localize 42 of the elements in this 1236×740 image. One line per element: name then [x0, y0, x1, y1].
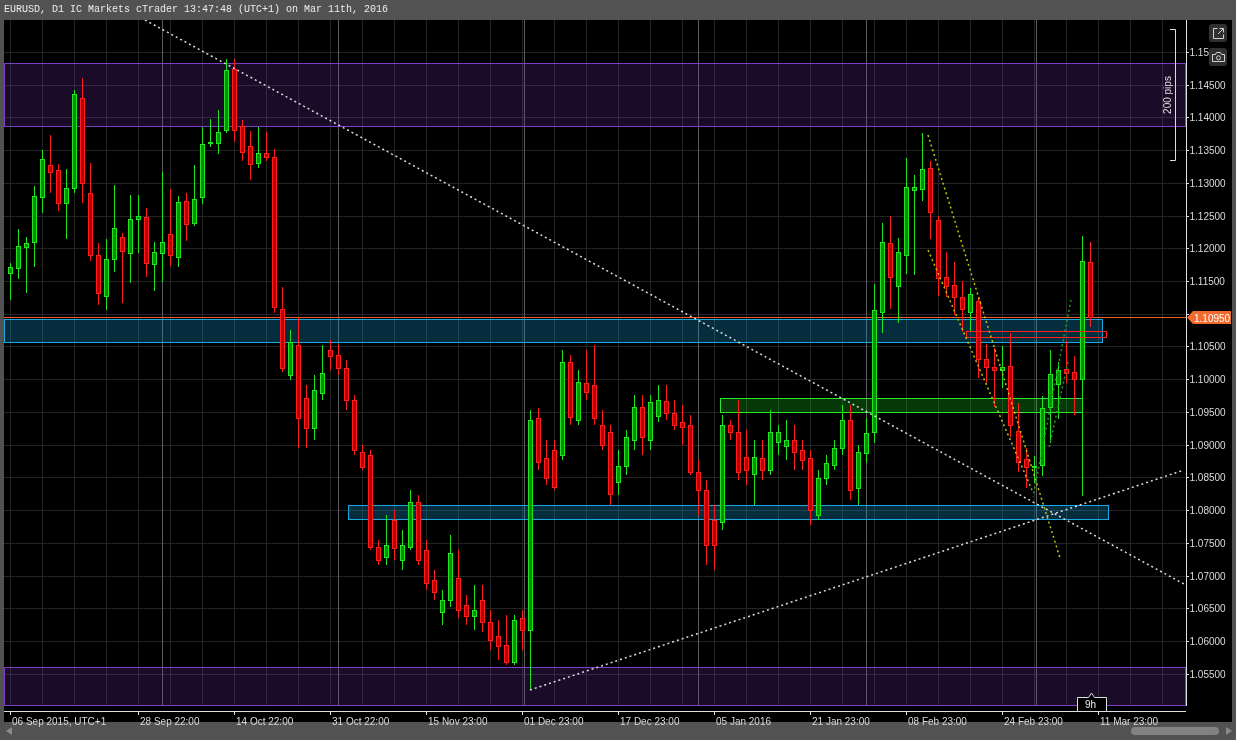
current-price-tag: 1.10950: [1187, 311, 1231, 324]
price-label: 1.11500: [1189, 276, 1225, 287]
price-label: 1.05500: [1189, 669, 1226, 680]
price-label: 1.15: [1189, 47, 1209, 58]
price-label: 1.14000: [1189, 112, 1226, 123]
price-label: 1.12000: [1189, 243, 1226, 254]
date-label: 05 Jan 2016: [716, 715, 772, 727]
price-label: 1.07500: [1189, 538, 1226, 549]
price-label: 1.06000: [1189, 636, 1226, 647]
price-label: 1.10500: [1189, 341, 1226, 352]
price-label: 1.14500: [1189, 80, 1226, 91]
price-label: 1.09500: [1189, 407, 1226, 418]
screenshot-button[interactable]: [1209, 48, 1227, 66]
countdown-tag: 9h: [1077, 692, 1107, 712]
scroll-right-icon[interactable]: [1226, 727, 1232, 735]
date-label: 21 Jan 23:00: [812, 715, 870, 727]
date-label: 06 Sep 2015, UTC+1: [12, 715, 107, 727]
date-label: 24 Feb 23:00: [1004, 715, 1063, 727]
price-label: 1.12500: [1189, 211, 1226, 222]
scrollbar-thumb[interactable]: [1131, 727, 1219, 735]
date-label: 08 Feb 23:00: [908, 715, 967, 727]
scroll-left-icon[interactable]: [6, 727, 12, 735]
date-label: 01 Dec 23:00: [524, 715, 584, 727]
detach-button[interactable]: [1209, 24, 1227, 42]
measure-label: 200 pips: [1162, 76, 1173, 114]
window-title: EURUSD, D1 IC Markets cTrader 13:47:48 (UTC+1) on Mar 11th, 2016: [4, 3, 389, 17]
price-label: 1.06500: [1189, 603, 1226, 614]
camera-icon: [1211, 52, 1225, 62]
price-label: 1.09000: [1189, 440, 1226, 451]
date-label: 17 Dec 23:00: [620, 715, 680, 727]
price-label: 1.07000: [1189, 571, 1226, 582]
date-label: 11 Mar 23:00: [1100, 715, 1159, 727]
date-label: 15 Nov 23:00: [428, 715, 488, 727]
price-label: 1.08000: [1189, 505, 1226, 516]
price-label: 1.13500: [1189, 145, 1226, 156]
price-label: 1.13000: [1189, 178, 1226, 189]
date-label: 14 Oct 22:00: [236, 715, 294, 727]
price-label: 1.10000: [1189, 374, 1226, 385]
price-label: 1.08500: [1189, 472, 1226, 483]
date-label: 28 Sep 22:00: [140, 715, 200, 727]
external-link-icon: [1212, 27, 1224, 39]
date-label: 31 Oct 22:00: [332, 715, 390, 727]
